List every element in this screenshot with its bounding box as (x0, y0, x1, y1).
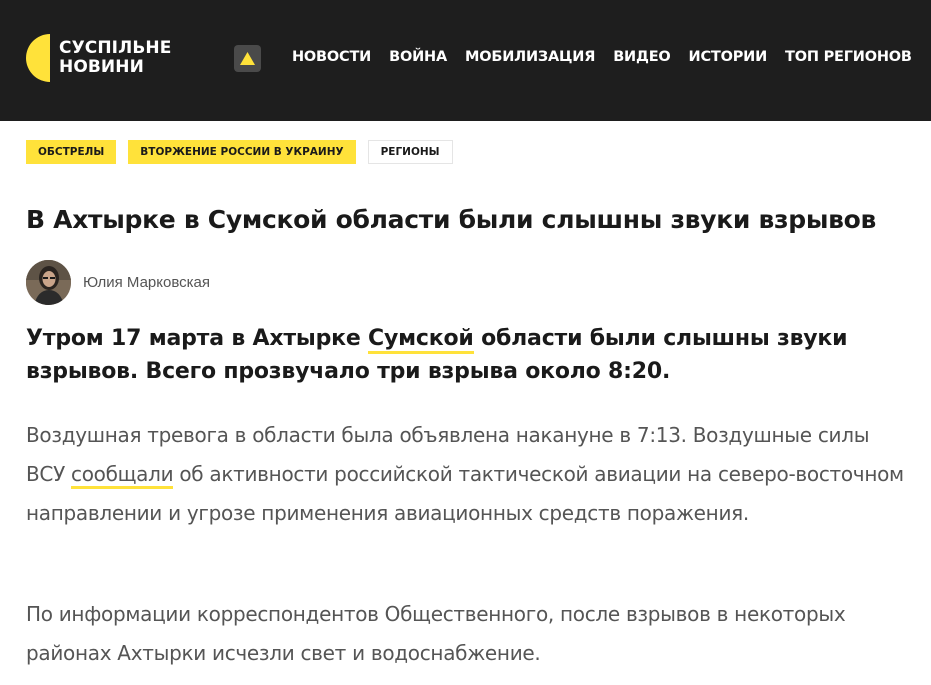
logo-text: СУСПІЛЬНЕ НОВИНИ (59, 39, 171, 77)
nav-item-video[interactable]: ВИДЕО (613, 49, 671, 65)
tag-shelling[interactable]: ОБСТРЕЛЫ (26, 140, 117, 164)
logo-half-circle-icon (26, 34, 50, 82)
warning-triangle-icon (240, 52, 255, 65)
author-photo (26, 260, 71, 305)
article-paragraph-2: По информации корреспондентов Общественн… (26, 602, 846, 665)
author-name: Юлия Марковская (83, 274, 210, 291)
site-logo[interactable]: СУСПІЛЬНЕ НОВИНИ (26, 34, 171, 82)
author-block[interactable]: Юлия Марковская (26, 260, 210, 305)
nav-item-war[interactable]: ВОЙНА (389, 49, 447, 65)
alert-button[interactable] (234, 45, 261, 72)
article-lead: Утром 17 марта в Ахтырке Сумской области… (26, 322, 886, 388)
article-paragraph-1: Воздушная тревога в области была объявле… (26, 416, 906, 533)
logo-line-2: НОВИНИ (59, 57, 144, 77)
logo-line-1: СУСПІЛЬНЕ (59, 38, 172, 58)
article-title: В Ахтырке в Сумской области были слышны … (26, 205, 877, 234)
nav-item-mobilization[interactable]: МОБИЛИЗАЦИЯ (465, 49, 595, 65)
tag-list: ОБСТРЕЛЫ ВТОРЖЕНИЕ РОССИИ В УКРАИНУ РЕГИ… (26, 140, 465, 164)
lead-text-before: Утром 17 марта в Ахтырке (26, 326, 369, 351)
nav-item-top-regions[interactable]: ТОП РЕГИОНОВ (785, 49, 912, 65)
site-header: СУСПІЛЬНЕ НОВИНИ НОВОСТИ ВОЙНА МОБИЛИЗАЦ… (0, 0, 931, 121)
tag-regions[interactable]: РЕГИОНЫ (367, 140, 453, 164)
nav-item-stories[interactable]: ИСТОРИИ (689, 49, 768, 65)
author-avatar (26, 260, 71, 305)
lead-link-sumy[interactable]: Сумской (368, 326, 474, 354)
main-nav: НОВОСТИ ВОЙНА МОБИЛИЗАЦИЯ ВИДЕО ИСТОРИИ … (292, 49, 912, 65)
nav-item-news[interactable]: НОВОСТИ (292, 49, 371, 65)
p1-link-reported[interactable]: сообщали (71, 462, 174, 489)
tag-russian-invasion[interactable]: ВТОРЖЕНИЕ РОССИИ В УКРАИНУ (128, 140, 356, 164)
